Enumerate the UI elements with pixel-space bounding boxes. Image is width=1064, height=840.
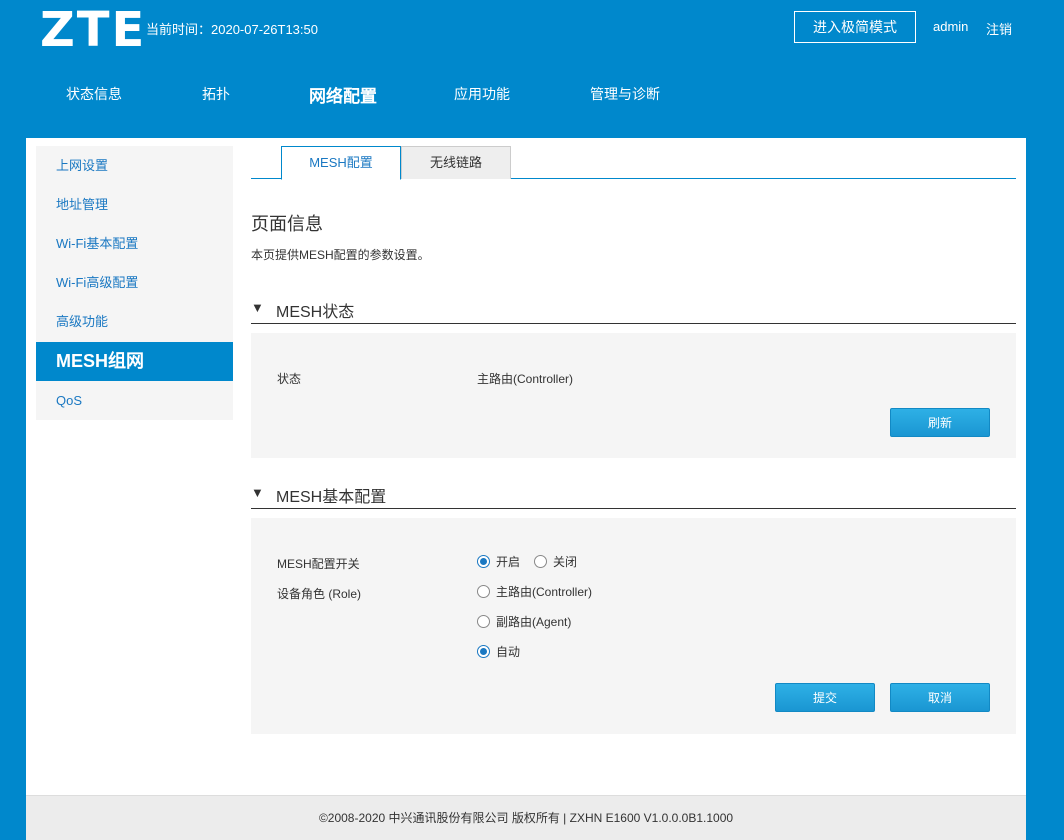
mesh-basic-header[interactable]: ▼ MESH基本配置 (251, 477, 1016, 509)
mesh-status-body: 状态 主路由(Controller) 刷新 (251, 333, 1016, 458)
role-auto-label: 自动 (496, 645, 521, 659)
nav-management[interactable]: 管理与诊断 (590, 84, 660, 104)
collapse-arrow-icon: ▼ (251, 485, 264, 500)
top-nav: 状态信息 拓扑 网络配置 应用功能 管理与诊断 (0, 82, 1064, 106)
page-description: 本页提供MESH配置的参数设置。 (251, 248, 430, 262)
mesh-basic-title: MESH基本配置 (276, 489, 387, 506)
sidebar-item-wifi-advanced[interactable]: Wi-Fi高级配置 (36, 263, 233, 302)
refresh-button[interactable]: 刷新 (890, 408, 990, 437)
page-title: 页面信息 (251, 214, 323, 234)
mesh-switch-off-label: 关闭 (553, 555, 578, 569)
tab-mesh-config[interactable]: MESH配置 (281, 146, 401, 180)
nav-network-config[interactable]: 网络配置 (309, 82, 377, 107)
role-controller-label: 主路由(Controller) (496, 585, 593, 599)
nav-topology[interactable]: 拓扑 (202, 84, 230, 104)
nav-status[interactable]: 状态信息 (66, 84, 122, 104)
state-value: 主路由(Controller) (477, 372, 574, 386)
sidebar-item-internet[interactable]: 上网设置 (36, 146, 233, 185)
current-time: 当前时间：2020-07-26T13:50 (146, 22, 318, 37)
state-label: 状态 (277, 372, 302, 386)
radio-unchecked-icon (477, 585, 490, 598)
mesh-switch-on-radio[interactable]: 开启 (477, 553, 520, 570)
radio-unchecked-icon (477, 615, 490, 628)
tab-bar: MESH配置 无线链路 (251, 146, 1016, 180)
nav-applications[interactable]: 应用功能 (454, 84, 510, 104)
tab-wireless-link[interactable]: 无线链路 (401, 146, 511, 179)
mesh-status-title: MESH状态 (276, 304, 355, 321)
zte-logo: ZTE (40, 2, 147, 58)
role-label: 设备角色 (Role) (277, 587, 362, 601)
radio-unchecked-icon (534, 555, 547, 568)
sidebar-item-mesh[interactable]: MESH组网 (36, 342, 233, 381)
main-panel: 上网设置 地址管理 Wi-Fi基本配置 Wi-Fi高级配置 高级功能 MESH组… (26, 138, 1026, 840)
footer: ©2008-2020 中兴通讯股份有限公司 版权所有 | ZXHN E1600 … (26, 795, 1026, 840)
radio-checked-icon (477, 645, 490, 658)
simple-mode-button[interactable]: 进入极简模式 (794, 11, 916, 43)
role-auto-radio[interactable]: 自动 (477, 643, 520, 660)
role-agent-radio[interactable]: 副路由(Agent) (477, 613, 571, 630)
radio-checked-icon (477, 555, 490, 568)
cancel-button[interactable]: 取消 (890, 683, 990, 712)
submit-button[interactable]: 提交 (775, 683, 875, 712)
sidebar-item-address[interactable]: 地址管理 (36, 185, 233, 224)
sidebar-item-wifi-basic[interactable]: Wi-Fi基本配置 (36, 224, 233, 263)
role-agent-label: 副路由(Agent) (496, 615, 572, 629)
sidebar-item-advanced[interactable]: 高级功能 (36, 302, 233, 341)
collapse-arrow-icon: ▼ (251, 300, 264, 315)
logout-link[interactable]: 注销 (986, 19, 1012, 38)
mesh-switch-label: MESH配置开关 (277, 557, 360, 571)
sidebar-item-qos[interactable]: QoS (36, 381, 233, 420)
username: admin (933, 19, 969, 34)
mesh-basic-body: MESH配置开关 开启 关闭 设备角色 (Role) 主路由(Controlle… (251, 518, 1016, 734)
mesh-status-header[interactable]: ▼ MESH状态 (251, 292, 1016, 324)
sidebar: 上网设置 地址管理 Wi-Fi基本配置 Wi-Fi高级配置 高级功能 MESH组… (36, 146, 233, 420)
mesh-switch-off-radio[interactable]: 关闭 (534, 553, 577, 570)
mesh-switch-on-label: 开启 (496, 555, 521, 569)
role-controller-radio[interactable]: 主路由(Controller) (477, 583, 592, 600)
